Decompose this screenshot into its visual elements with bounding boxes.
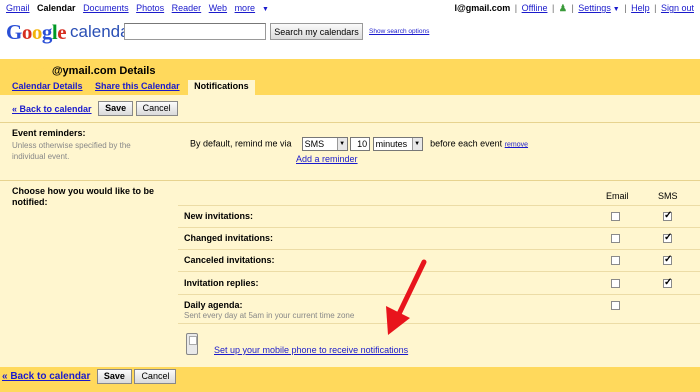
- chevron-down-icon: ▼: [411, 138, 422, 150]
- save-button-bottom[interactable]: Save: [96, 369, 132, 384]
- daily-agenda-description: Sent every day at 5am in your current ti…: [184, 311, 355, 320]
- back-to-calendar-link-bottom[interactable]: « Back to calendar: [2, 371, 90, 382]
- email-checkbox-new-invitations[interactable]: [611, 212, 620, 221]
- nav-calendar[interactable]: Calendar: [37, 3, 76, 13]
- remove-reminder-link[interactable]: remove: [505, 141, 528, 148]
- reminder-prefix: By default, remind me via: [190, 138, 292, 149]
- save-button[interactable]: Save: [98, 101, 134, 116]
- search-input[interactable]: [124, 23, 266, 40]
- row-divider: [178, 323, 700, 324]
- page-title: xxxxxxx@ymail.com Details: [9, 65, 156, 77]
- offline-status-icon: ♟: [558, 3, 567, 13]
- account-email: l@gmail.com: [454, 3, 511, 13]
- sms-checkbox-canceled-invitations[interactable]: [663, 254, 672, 265]
- column-email: Email: [606, 191, 629, 201]
- sms-checkbox-changed-invitations[interactable]: [663, 232, 672, 243]
- row-daily-agenda: Daily agenda:: [184, 300, 243, 310]
- reminder-amount-input[interactable]: 10: [350, 137, 371, 151]
- nav-photos[interactable]: Photos: [136, 3, 164, 13]
- more-dropdown-icon[interactable]: ▼: [260, 6, 269, 13]
- chevron-down-icon: ▼: [336, 138, 347, 150]
- mobile-phone-icon: [186, 333, 198, 355]
- row-invitation-replies: Invitation replies:: [184, 278, 259, 288]
- tab-share-calendar[interactable]: Share this Calendar: [91, 80, 184, 93]
- divider: [0, 122, 700, 123]
- google-calendar-logo[interactable]: Google calendar: [6, 20, 135, 44]
- add-reminder-link[interactable]: Add a reminder: [296, 154, 358, 164]
- tab-calendar-details[interactable]: Calendar Details: [8, 80, 87, 93]
- sms-checkbox-invitation-replies[interactable]: [663, 277, 672, 288]
- row-canceled-invitations: Canceled invitations:: [184, 255, 275, 265]
- event-reminders-help: Unless otherwise specified by the indivi…: [12, 141, 131, 161]
- help-link[interactable]: Help: [631, 3, 650, 13]
- reminder-unit-select[interactable]: minutes ▼: [372, 137, 423, 151]
- email-checkbox-invitation-replies[interactable]: [611, 279, 620, 288]
- bottom-tools: « Back to calendar Save Cancel: [2, 369, 177, 384]
- email-checkbox-canceled-invitations[interactable]: [611, 256, 620, 265]
- offline-link[interactable]: Offline: [522, 3, 548, 13]
- row-changed-invitations: Changed invitations:: [184, 233, 274, 243]
- reminder-method-select[interactable]: SMS ▼: [301, 137, 348, 151]
- nav-reader[interactable]: Reader: [172, 3, 202, 13]
- search-my-calendars-button[interactable]: Search my calendars: [270, 23, 363, 40]
- cancel-button[interactable]: Cancel: [135, 101, 178, 116]
- details-tabs: Calendar Details Share this Calendar Not…: [8, 80, 257, 95]
- row-divider: [178, 249, 700, 250]
- show-search-options-link[interactable]: Show search options: [369, 28, 429, 35]
- sms-checkbox-new-invitations[interactable]: [663, 210, 672, 221]
- row-divider: [178, 271, 700, 272]
- back-to-calendar-link[interactable]: « Back to calendar: [12, 104, 92, 114]
- nav-gmail[interactable]: Gmail: [6, 3, 30, 13]
- row-divider: [178, 227, 700, 228]
- top-navigation: Gmail Calendar Documents Photos Reader W…: [6, 3, 694, 13]
- nav-documents[interactable]: Documents: [83, 3, 129, 13]
- event-reminders-label: Event reminders:: [12, 128, 86, 138]
- divider: [0, 180, 700, 181]
- settings-dropdown-icon[interactable]: ▼: [611, 6, 620, 13]
- email-checkbox-changed-invitations[interactable]: [611, 234, 620, 243]
- reminder-suffix: before each event: [430, 138, 503, 149]
- column-sms: SMS: [658, 191, 678, 201]
- reminder-row: By default, remind me via SMS ▼ 10 minute…: [190, 137, 528, 151]
- row-new-invitations: New invitations:: [184, 211, 254, 221]
- nav-more[interactable]: more: [235, 3, 256, 13]
- settings-link[interactable]: Settings: [578, 3, 611, 13]
- row-divider: [178, 205, 700, 206]
- tab-notifications[interactable]: Notifications: [188, 80, 255, 95]
- sign-out-link[interactable]: Sign out: [661, 3, 694, 13]
- notify-method-label: Choose how you would like to be notified…: [12, 186, 155, 207]
- top-toolbar: « Back to calendar Save Cancel: [12, 101, 178, 116]
- logo-google-text: Google: [6, 20, 67, 44]
- email-checkbox-daily-agenda[interactable]: [611, 301, 620, 310]
- row-divider: [178, 294, 700, 295]
- setup-mobile-link[interactable]: Set up your mobile phone to receive noti…: [214, 345, 408, 355]
- cancel-button-bottom[interactable]: Cancel: [134, 369, 177, 384]
- notifications-panel: [0, 95, 700, 367]
- nav-web[interactable]: Web: [209, 3, 227, 13]
